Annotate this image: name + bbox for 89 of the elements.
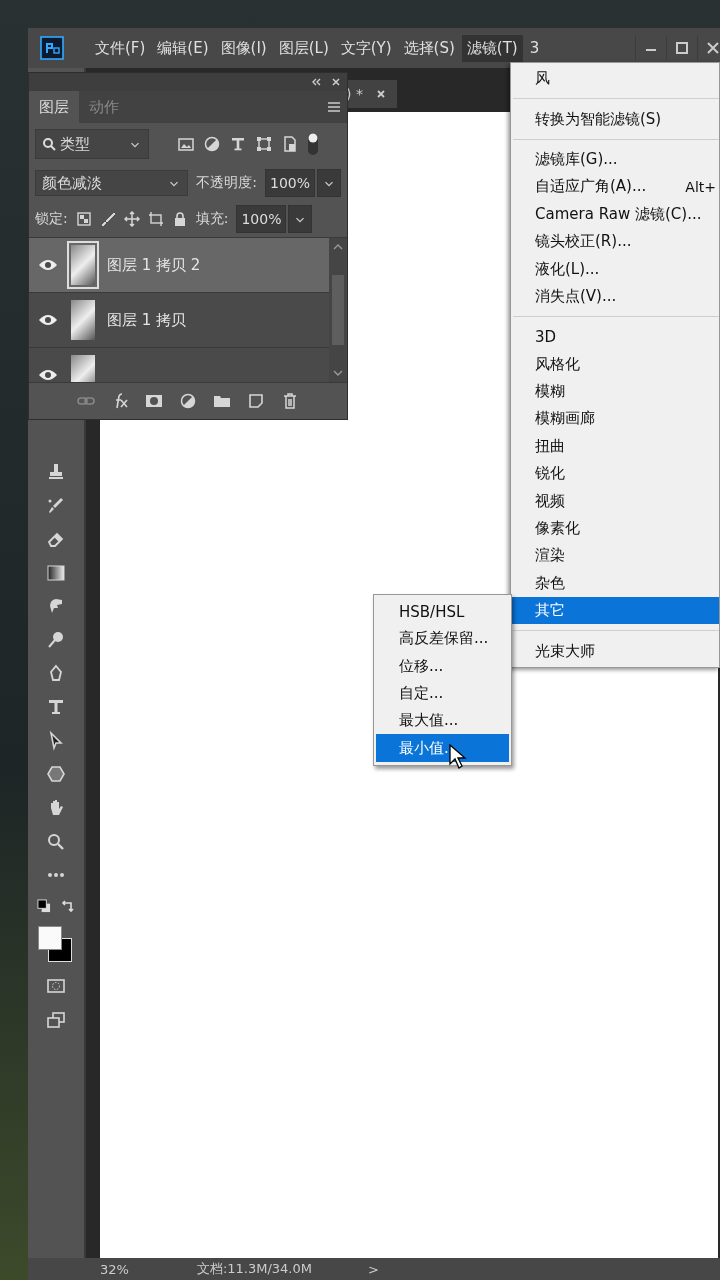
zoom-icon[interactable] <box>46 831 66 852</box>
menu-item[interactable]: 其它 <box>511 597 719 625</box>
dodge-icon[interactable] <box>46 629 66 650</box>
menu-item[interactable]: 模糊画廊 <box>511 405 719 433</box>
lock-pixels-icon[interactable] <box>75 211 92 227</box>
image-icon[interactable] <box>177 135 195 153</box>
search-icon[interactable] <box>42 137 56 151</box>
menu-item[interactable]: 锐化 <box>511 460 719 488</box>
menu-item[interactable]: 消失点(V)... <box>511 282 719 311</box>
gradient-icon[interactable] <box>46 562 66 583</box>
lock-label: 锁定: <box>35 210 68 228</box>
fill-label: 填充: <box>195 210 229 228</box>
adjustment-icon[interactable] <box>203 135 221 153</box>
layer-name: 图层 1 拷贝 2 <box>107 255 201 275</box>
menu-item[interactable]: 滤镜(T) <box>461 34 523 62</box>
eye-icon[interactable] <box>38 258 58 272</box>
layer-row[interactable]: 图层 1 拷贝 <box>29 293 329 348</box>
maximize-icon[interactable] <box>674 40 690 56</box>
type-icon[interactable] <box>229 135 247 153</box>
stamp-icon[interactable] <box>46 462 66 482</box>
cursor-icon <box>449 744 467 770</box>
scroll-down-icon[interactable] <box>332 368 344 378</box>
menu-item[interactable]: HSB/HSL <box>376 598 509 626</box>
eye-icon[interactable] <box>38 313 58 327</box>
swap-colors-icon[interactable] <box>61 898 75 913</box>
menu-item[interactable]: 镜头校正(R)... <box>511 227 719 256</box>
toggle-icon[interactable] <box>307 131 319 157</box>
menu-item[interactable]: 高反差保留... <box>376 625 509 653</box>
move-icon[interactable] <box>123 211 140 227</box>
new-layer-icon[interactable] <box>247 392 265 410</box>
menu-item[interactable]: 扭曲 <box>511 432 719 461</box>
menu-icon[interactable] <box>327 100 341 114</box>
menu-item[interactable]: Camera Raw 滤镜(C)... <box>511 200 719 228</box>
menu-item[interactable]: 位移... <box>376 652 509 680</box>
panel-tab[interactable]: 图层 <box>29 91 79 123</box>
menu-item[interactable]: 文字(Y) <box>335 34 397 62</box>
zoom-level: 32% <box>100 1261 129 1277</box>
collapse-icon[interactable] <box>311 77 321 87</box>
fill-field[interactable]: 100% <box>236 205 287 233</box>
app-logo-icon[interactable] <box>40 36 64 60</box>
menu-item[interactable]: 风格化 <box>511 350 719 378</box>
close-icon[interactable] <box>331 77 341 87</box>
layer-thumbnail <box>71 300 95 340</box>
brush-icon[interactable] <box>46 495 66 516</box>
blend-mode-dropdown[interactable]: 颜色减淡 <box>35 170 189 196</box>
menu-item[interactable]: 图层(L) <box>273 34 334 62</box>
default-colors-icon[interactable] <box>37 898 51 913</box>
menu-item[interactable]: 文件(F) <box>90 34 151 62</box>
brush-icon[interactable] <box>99 211 116 227</box>
menu-item[interactable]: 3 <box>524 35 545 61</box>
menu-item[interactable]: 最小值. <box>376 734 509 762</box>
layer-name: 图层 1 拷贝 <box>107 310 187 330</box>
menu-item[interactable]: 视频 <box>511 487 719 515</box>
document-size: 文档:11.3M/34.0M <box>196 1260 312 1278</box>
trash-icon[interactable] <box>281 392 299 410</box>
adjustment-icon[interactable] <box>179 392 197 410</box>
mask-icon[interactable] <box>145 392 163 410</box>
filter-dropdown[interactable]: 类型 <box>35 129 149 159</box>
hexagon-icon[interactable] <box>46 764 66 785</box>
menu-item[interactable]: 风 <box>511 65 719 93</box>
menu-item[interactable]: 图像(I) <box>215 34 272 62</box>
opacity-label: 不透明度: <box>196 174 257 192</box>
menu-item[interactable]: 液化(L)... <box>511 255 719 283</box>
smart-object-icon[interactable] <box>281 135 299 153</box>
menu-item[interactable]: 杂色 <box>511 569 719 598</box>
menu-item[interactable]: 光束大师 <box>511 637 719 665</box>
eye-icon[interactable] <box>38 368 58 382</box>
menu-item[interactable]: 模糊 <box>511 377 719 406</box>
shape-icon[interactable] <box>255 135 273 153</box>
menu-item[interactable]: 选择(S) <box>398 34 460 62</box>
menu-item[interactable]: 渲染 <box>511 542 719 570</box>
menu-item[interactable]: 最大值... <box>376 707 509 735</box>
menu-item[interactable]: 自适应广角(A)... Alt+ <box>511 173 719 201</box>
status-arrow[interactable]: > <box>368 1261 379 1277</box>
layer-row[interactable]: 图层 1 拷贝 2 <box>29 238 329 293</box>
menu-item[interactable]: 滤镜库(G)... <box>511 145 719 174</box>
menu-item[interactable]: 转换为智能滤镜(S) <box>511 105 719 133</box>
screen-mode-icon[interactable] <box>46 1009 66 1030</box>
scrollbar[interactable] <box>329 238 347 382</box>
menu-item[interactable]: 3D <box>511 323 719 351</box>
menu-item[interactable]: 像素化 <box>511 514 719 543</box>
close-icon[interactable] <box>374 88 387 100</box>
opacity-field[interactable]: 100% <box>264 169 315 197</box>
color-swatches[interactable] <box>38 926 74 963</box>
scroll-up-icon[interactable] <box>332 242 344 252</box>
menu-item[interactable]: 编辑(E) <box>152 34 214 62</box>
close-icon[interactable] <box>705 40 720 56</box>
menu-item[interactable]: 自定... <box>376 679 509 708</box>
artboard-icon[interactable] <box>147 211 164 227</box>
